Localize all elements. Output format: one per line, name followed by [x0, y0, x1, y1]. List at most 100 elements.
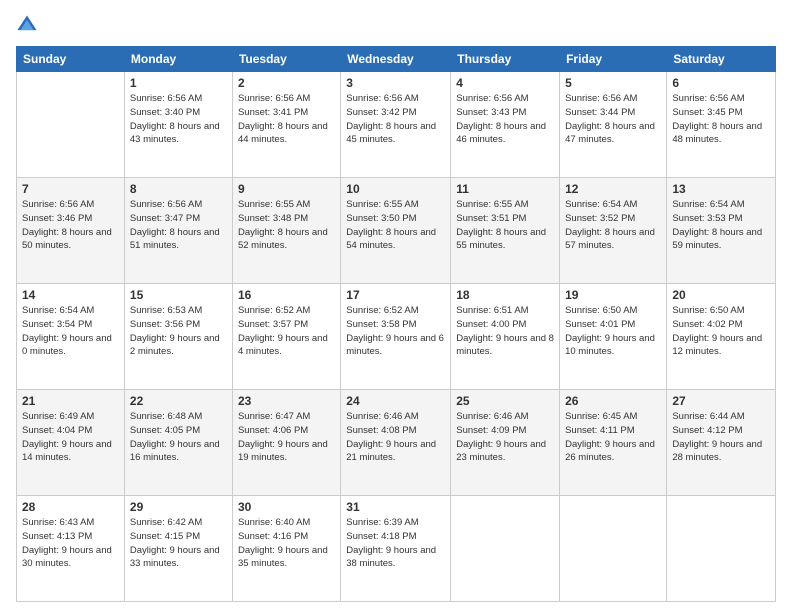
day-number: 20 [672, 288, 770, 302]
calendar-cell: 8 Sunrise: 6:56 AMSunset: 3:47 PMDaylight… [124, 178, 232, 284]
day-info: Sunrise: 6:39 AMSunset: 4:18 PMDaylight:… [346, 516, 445, 571]
day-info: Sunrise: 6:56 AMSunset: 3:43 PMDaylight:… [456, 92, 554, 147]
day-number: 31 [346, 500, 445, 514]
day-info: Sunrise: 6:56 AMSunset: 3:47 PMDaylight:… [130, 198, 227, 253]
calendar-cell: 18 Sunrise: 6:51 AMSunset: 4:00 PMDayligh… [451, 284, 560, 390]
day-number: 23 [238, 394, 335, 408]
calendar-cell: 22Sunrise: 6:48 AMSunset: 4:05 PMDayligh… [124, 390, 232, 496]
calendar-cell: 17 Sunrise: 6:52 AMSunset: 3:58 PMDayligh… [341, 284, 451, 390]
day-number: 24 [346, 394, 445, 408]
day-number: 18 [456, 288, 554, 302]
day-number: 5 [565, 76, 661, 90]
day-number: 7 [22, 182, 119, 196]
day-number: 11 [456, 182, 554, 196]
day-number: 9 [238, 182, 335, 196]
day-number: 29 [130, 500, 227, 514]
day-info: Sunrise: 6:43 AMSunset: 4:13 PMDaylight:… [22, 516, 119, 571]
day-info: Sunrise: 6:56 AMSunset: 3:42 PMDaylight:… [346, 92, 445, 147]
calendar-cell: 24Sunrise: 6:46 AMSunset: 4:08 PMDayligh… [341, 390, 451, 496]
day-info: Sunrise: 6:53 AMSunset: 3:56 PMDaylight:… [130, 304, 227, 359]
day-info: Sunrise: 6:54 AMSunset: 3:53 PMDaylight:… [672, 198, 770, 253]
day-number: 17 [346, 288, 445, 302]
calendar-cell: 3 Sunrise: 6:56 AMSunset: 3:42 PMDaylight… [341, 72, 451, 178]
day-info: Sunrise: 6:48 AMSunset: 4:05 PMDaylight:… [130, 410, 227, 465]
calendar-cell: 21 Sunrise: 6:49 AMSunset: 4:04 PMDayligh… [17, 390, 125, 496]
weekday-header-friday: Friday [560, 47, 667, 72]
calendar-cell: 29 Sunrise: 6:42 AMSunset: 4:15 PMDayligh… [124, 496, 232, 602]
day-number: 2 [238, 76, 335, 90]
calendar-header: SundayMondayTuesdayWednesdayThursdayFrid… [17, 47, 776, 72]
weekday-header-sunday: Sunday [17, 47, 125, 72]
day-info: Sunrise: 6:54 AMSunset: 3:54 PMDaylight:… [22, 304, 119, 359]
calendar-week-3: 14 Sunrise: 6:54 AMSunset: 3:54 PMDayligh… [17, 284, 776, 390]
day-number: 12 [565, 182, 661, 196]
day-number: 13 [672, 182, 770, 196]
header [16, 14, 776, 36]
day-number: 27 [672, 394, 770, 408]
calendar-cell [667, 496, 776, 602]
weekday-header-tuesday: Tuesday [232, 47, 340, 72]
calendar-cell [17, 72, 125, 178]
day-number: 1 [130, 76, 227, 90]
calendar-cell: 25Sunrise: 6:46 AMSunset: 4:09 PMDayligh… [451, 390, 560, 496]
calendar-cell: 27 Sunrise: 6:44 AMSunset: 4:12 PMDayligh… [667, 390, 776, 496]
day-number: 10 [346, 182, 445, 196]
day-info: Sunrise: 6:54 AMSunset: 3:52 PMDaylight:… [565, 198, 661, 253]
day-number: 21 [22, 394, 119, 408]
day-info: Sunrise: 6:55 AMSunset: 3:51 PMDaylight:… [456, 198, 554, 253]
day-info: Sunrise: 6:40 AMSunset: 4:16 PMDaylight:… [238, 516, 335, 571]
day-number: 14 [22, 288, 119, 302]
day-info: Sunrise: 6:52 AMSunset: 3:58 PMDaylight:… [346, 304, 445, 359]
logo [16, 14, 42, 36]
calendar-cell: 28 Sunrise: 6:43 AMSunset: 4:13 PMDayligh… [17, 496, 125, 602]
day-number: 16 [238, 288, 335, 302]
day-info: Sunrise: 6:50 AMSunset: 4:01 PMDaylight:… [565, 304, 661, 359]
calendar-cell [451, 496, 560, 602]
calendar-cell: 7 Sunrise: 6:56 AMSunset: 3:46 PMDaylight… [17, 178, 125, 284]
calendar-cell: 4 Sunrise: 6:56 AMSunset: 3:43 PMDaylight… [451, 72, 560, 178]
calendar-cell: 13 Sunrise: 6:54 AMSunset: 3:53 PMDayligh… [667, 178, 776, 284]
day-number: 6 [672, 76, 770, 90]
calendar-cell: 9Sunrise: 6:55 AMSunset: 3:48 PMDaylight… [232, 178, 340, 284]
calendar-cell: 23Sunrise: 6:47 AMSunset: 4:06 PMDayligh… [232, 390, 340, 496]
calendar-week-1: 1 Sunrise: 6:56 AMSunset: 3:40 PMDaylight… [17, 72, 776, 178]
day-number: 8 [130, 182, 227, 196]
calendar-table: SundayMondayTuesdayWednesdayThursdayFrid… [16, 46, 776, 602]
calendar-cell: 20Sunrise: 6:50 AMSunset: 4:02 PMDayligh… [667, 284, 776, 390]
calendar-cell: 2 Sunrise: 6:56 AMSunset: 3:41 PMDaylight… [232, 72, 340, 178]
day-number: 19 [565, 288, 661, 302]
calendar-week-5: 28 Sunrise: 6:43 AMSunset: 4:13 PMDayligh… [17, 496, 776, 602]
day-number: 4 [456, 76, 554, 90]
weekday-header-thursday: Thursday [451, 47, 560, 72]
day-info: Sunrise: 6:51 AMSunset: 4:00 PMDaylight:… [456, 304, 554, 359]
calendar-cell: 12 Sunrise: 6:54 AMSunset: 3:52 PMDayligh… [560, 178, 667, 284]
calendar-body: 1 Sunrise: 6:56 AMSunset: 3:40 PMDaylight… [17, 72, 776, 602]
day-info: Sunrise: 6:45 AMSunset: 4:11 PMDaylight:… [565, 410, 661, 465]
calendar-week-4: 21 Sunrise: 6:49 AMSunset: 4:04 PMDayligh… [17, 390, 776, 496]
calendar-cell: 6 Sunrise: 6:56 AMSunset: 3:45 PMDaylight… [667, 72, 776, 178]
day-number: 30 [238, 500, 335, 514]
weekday-header-saturday: Saturday [667, 47, 776, 72]
day-info: Sunrise: 6:56 AMSunset: 3:41 PMDaylight:… [238, 92, 335, 147]
weekday-header-row: SundayMondayTuesdayWednesdayThursdayFrid… [17, 47, 776, 72]
day-info: Sunrise: 6:56 AMSunset: 3:40 PMDaylight:… [130, 92, 227, 147]
calendar-cell: 15Sunrise: 6:53 AMSunset: 3:56 PMDayligh… [124, 284, 232, 390]
day-info: Sunrise: 6:42 AMSunset: 4:15 PMDaylight:… [130, 516, 227, 571]
calendar-week-2: 7 Sunrise: 6:56 AMSunset: 3:46 PMDaylight… [17, 178, 776, 284]
day-info: Sunrise: 6:56 AMSunset: 3:46 PMDaylight:… [22, 198, 119, 253]
day-info: Sunrise: 6:56 AMSunset: 3:44 PMDaylight:… [565, 92, 661, 147]
weekday-header-wednesday: Wednesday [341, 47, 451, 72]
day-number: 28 [22, 500, 119, 514]
day-info: Sunrise: 6:44 AMSunset: 4:12 PMDaylight:… [672, 410, 770, 465]
day-number: 3 [346, 76, 445, 90]
day-info: Sunrise: 6:56 AMSunset: 3:45 PMDaylight:… [672, 92, 770, 147]
calendar-cell: 10Sunrise: 6:55 AMSunset: 3:50 PMDayligh… [341, 178, 451, 284]
day-info: Sunrise: 6:52 AMSunset: 3:57 PMDaylight:… [238, 304, 335, 359]
calendar-cell: 14 Sunrise: 6:54 AMSunset: 3:54 PMDayligh… [17, 284, 125, 390]
calendar-cell: 19 Sunrise: 6:50 AMSunset: 4:01 PMDayligh… [560, 284, 667, 390]
day-info: Sunrise: 6:49 AMSunset: 4:04 PMDaylight:… [22, 410, 119, 465]
calendar-cell: 31 Sunrise: 6:39 AMSunset: 4:18 PMDayligh… [341, 496, 451, 602]
calendar-cell: 26 Sunrise: 6:45 AMSunset: 4:11 PMDayligh… [560, 390, 667, 496]
day-info: Sunrise: 6:46 AMSunset: 4:09 PMDaylight:… [456, 410, 554, 465]
day-number: 26 [565, 394, 661, 408]
